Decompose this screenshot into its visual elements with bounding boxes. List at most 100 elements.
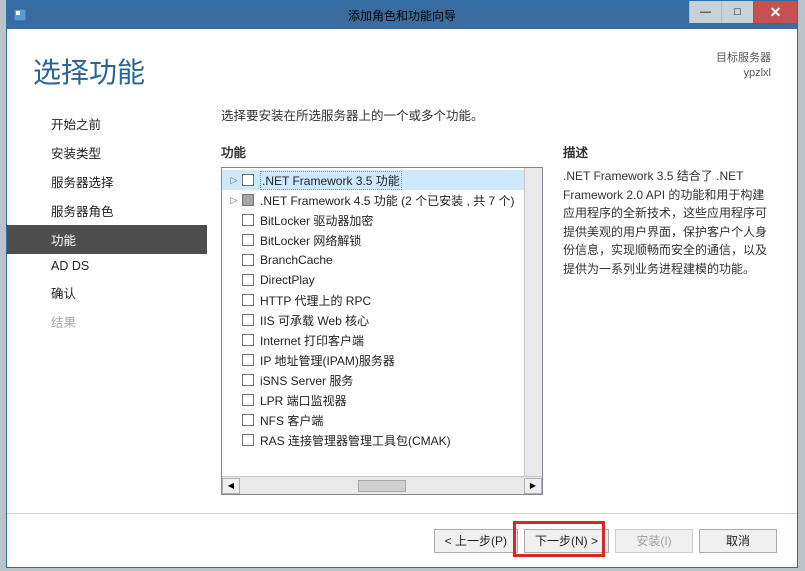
- feature-checkbox[interactable]: [242, 274, 254, 286]
- horizontal-scrollbar[interactable]: ◀ ▶: [222, 476, 542, 494]
- feature-label: Internet 打印客户端: [260, 332, 364, 349]
- wizard-body: 选择功能 目标服务器 ypzlxl 开始之前 安装类型 服务器选择 服务器角色 …: [7, 29, 797, 567]
- feature-checkbox[interactable]: [242, 434, 254, 446]
- feature-label: RAS 连接管理器管理工具包(CMAK): [260, 432, 451, 449]
- expander-icon: [228, 294, 240, 306]
- expander-icon: [228, 354, 240, 366]
- description-heading: 描述: [563, 142, 775, 161]
- target-value: ypzlxl: [716, 66, 771, 81]
- feature-label: HTTP 代理上的 RPC: [260, 292, 371, 309]
- sidebar-item-server-roles[interactable]: 服务器角色: [7, 196, 207, 225]
- feature-item[interactable]: iSNS Server 服务: [222, 370, 524, 390]
- feature-checkbox[interactable]: [242, 294, 254, 306]
- expander-icon: [228, 374, 240, 386]
- scroll-left-button[interactable]: ◀: [222, 478, 240, 494]
- expander-icon: [228, 334, 240, 346]
- feature-item[interactable]: ▷ .NET Framework 4.5 功能 (2 个已安装 , 共 7 个): [222, 190, 524, 210]
- feature-label: BranchCache: [260, 253, 333, 267]
- next-button[interactable]: 下一步(N) >: [524, 529, 609, 553]
- previous-button[interactable]: < 上一步(P): [434, 529, 518, 553]
- feature-checkbox[interactable]: [242, 334, 254, 346]
- feature-checkbox[interactable]: [242, 374, 254, 386]
- titlebar: 添加角色和功能向导 — □ ✕: [7, 1, 797, 29]
- window-controls: — □ ✕: [689, 1, 797, 23]
- expander-icon: [228, 434, 240, 446]
- install-button: 安装(I): [615, 529, 693, 553]
- expander-icon: [228, 254, 240, 266]
- sidebar-item-before-begin[interactable]: 开始之前: [7, 109, 207, 138]
- features-list[interactable]: ▷ .NET Framework 3.5 功能 ▷ .NET Framework 4.…: [222, 168, 524, 476]
- feature-item[interactable]: Internet 打印客户端: [222, 330, 524, 350]
- feature-checkbox[interactable]: [242, 174, 254, 186]
- description-text: .NET Framework 3.5 结合了 .NET Framework 2.…: [563, 167, 775, 279]
- feature-checkbox[interactable]: [242, 394, 254, 406]
- feature-checkbox[interactable]: [242, 194, 254, 206]
- feature-item[interactable]: NFS 客户端: [222, 410, 524, 430]
- expander-icon[interactable]: ▷: [228, 174, 240, 186]
- feature-checkbox[interactable]: [242, 234, 254, 246]
- feature-item[interactable]: DirectPlay: [222, 270, 524, 290]
- scroll-track[interactable]: [240, 478, 524, 494]
- sidebar-item-adds[interactable]: AD DS: [7, 254, 207, 278]
- window-title: 添加角色和功能向导: [348, 7, 456, 24]
- expander-icon: [228, 214, 240, 226]
- expander-icon: [228, 274, 240, 286]
- feature-checkbox[interactable]: [242, 414, 254, 426]
- target-label: 目标服务器: [716, 51, 771, 66]
- wizard-icon: [7, 2, 33, 28]
- feature-label: .NET Framework 3.5 功能: [260, 171, 402, 190]
- instruction-text: 选择要安装在所选服务器上的一个或多个功能。: [221, 105, 775, 124]
- features-column: 功能 ▷ .NET Framework 3.5 功能 ▷ .NET Framework…: [221, 142, 543, 513]
- feature-label: LPR 端口监视器: [260, 392, 347, 409]
- feature-item[interactable]: IP 地址管理(IPAM)服务器: [222, 350, 524, 370]
- expander-icon: [228, 394, 240, 406]
- page-title: 选择功能: [33, 51, 145, 91]
- feature-label: IP 地址管理(IPAM)服务器: [260, 352, 395, 369]
- feature-item[interactable]: RAS 连接管理器管理工具包(CMAK): [222, 430, 524, 450]
- minimize-button[interactable]: —: [689, 1, 721, 23]
- sidebar-item-install-type[interactable]: 安装类型: [7, 138, 207, 167]
- content: 选择要安装在所选服务器上的一个或多个功能。 功能 ▷ .NET Framework…: [207, 105, 797, 513]
- feature-item[interactable]: HTTP 代理上的 RPC: [222, 290, 524, 310]
- feature-label: NFS 客户端: [260, 412, 323, 429]
- description-column: 描述 .NET Framework 3.5 结合了 .NET Framework…: [563, 142, 775, 513]
- close-button[interactable]: ✕: [753, 1, 797, 23]
- expander-icon: [228, 414, 240, 426]
- feature-checkbox[interactable]: [242, 214, 254, 226]
- sidebar-item-confirm[interactable]: 确认: [7, 278, 207, 307]
- sidebar-item-results: 结果: [7, 307, 207, 336]
- feature-label: BitLocker 驱动器加密: [260, 212, 373, 229]
- feature-checkbox[interactable]: [242, 254, 254, 266]
- scroll-thumb[interactable]: [358, 480, 406, 492]
- feature-item[interactable]: IIS 可承载 Web 核心: [222, 310, 524, 330]
- feature-item[interactable]: LPR 端口监视器: [222, 390, 524, 410]
- maximize-button[interactable]: □: [721, 1, 753, 23]
- header-row: 选择功能 目标服务器 ypzlxl: [7, 29, 797, 91]
- feature-checkbox[interactable]: [242, 314, 254, 326]
- cancel-button[interactable]: 取消: [699, 529, 777, 553]
- footer: < 上一步(P) 下一步(N) > 安装(I) 取消: [7, 513, 797, 567]
- scroll-right-button[interactable]: ▶: [524, 478, 542, 494]
- wizard-window: 添加角色和功能向导 — □ ✕ 选择功能 目标服务器 ypzlxl 开始之前 安…: [6, 0, 798, 568]
- expander-icon: [228, 234, 240, 246]
- features-heading: 功能: [221, 142, 543, 161]
- target-server-info: 目标服务器 ypzlxl: [716, 51, 771, 82]
- expander-icon[interactable]: ▷: [228, 194, 240, 206]
- feature-checkbox[interactable]: [242, 354, 254, 366]
- sidebar: 开始之前 安装类型 服务器选择 服务器角色 功能 AD DS 确认 结果: [7, 105, 207, 513]
- feature-label: BitLocker 网络解锁: [260, 232, 361, 249]
- feature-item[interactable]: BranchCache: [222, 250, 524, 270]
- feature-label: iSNS Server 服务: [260, 372, 353, 389]
- columns: 功能 ▷ .NET Framework 3.5 功能 ▷ .NET Framework…: [221, 142, 775, 513]
- feature-item[interactable]: BitLocker 网络解锁: [222, 230, 524, 250]
- expander-icon: [228, 314, 240, 326]
- vertical-scrollbar[interactable]: [524, 168, 542, 476]
- feature-label: .NET Framework 4.5 功能 (2 个已安装 , 共 7 个): [260, 192, 515, 209]
- features-tree: ▷ .NET Framework 3.5 功能 ▷ .NET Framework 4.…: [221, 167, 543, 495]
- feature-label: DirectPlay: [260, 273, 315, 287]
- main-area: 开始之前 安装类型 服务器选择 服务器角色 功能 AD DS 确认 结果 选择要…: [7, 91, 797, 513]
- sidebar-item-features[interactable]: 功能: [7, 225, 207, 254]
- feature-item[interactable]: ▷ .NET Framework 3.5 功能: [222, 170, 524, 190]
- sidebar-item-server-select[interactable]: 服务器选择: [7, 167, 207, 196]
- feature-item[interactable]: BitLocker 驱动器加密: [222, 210, 524, 230]
